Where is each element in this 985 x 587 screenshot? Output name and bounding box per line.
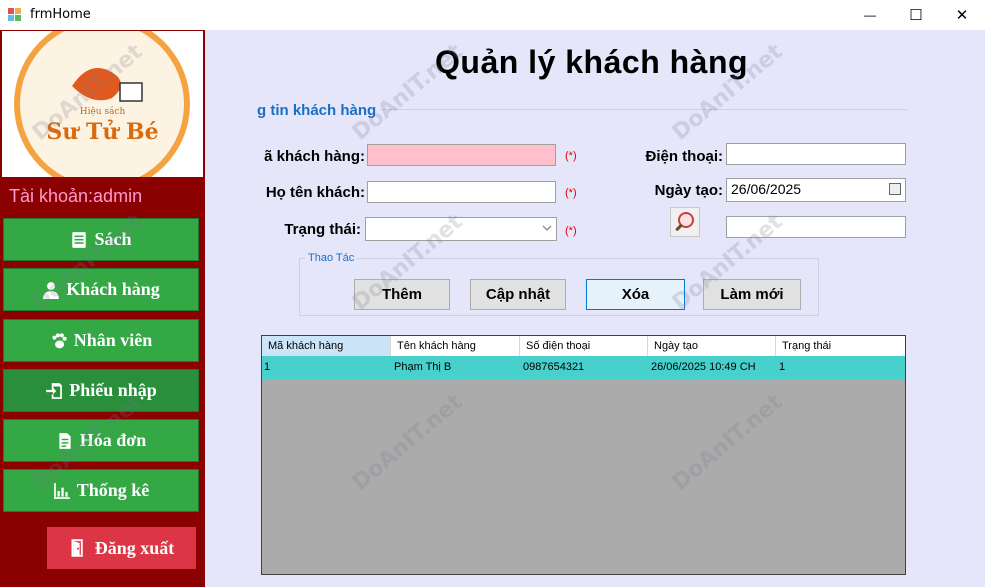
app-window: frmHome — ☐ ✕ Hiệu sách Sư Tử Bé Tài kho… [0, 0, 985, 587]
grid-header: Mã khách hàng Tên khách hàng Số điện tho… [262, 336, 905, 356]
add-button[interactable]: Thêm [354, 279, 450, 310]
door-exit-icon [71, 539, 83, 557]
section-label: g tin khách hàng [257, 102, 381, 119]
created-date-value: 26/06/2025 [731, 181, 802, 197]
customer-id-input[interactable] [367, 144, 556, 166]
sidebar: Hiệu sách Sư Tử Bé Tài khoản:admin Sách … [0, 16, 205, 587]
maximize-button[interactable]: ☐ [893, 0, 939, 30]
logo-brand-top: Hiệu sách [79, 107, 126, 117]
search-icon [675, 212, 694, 231]
refresh-button[interactable]: Làm mới [703, 279, 801, 310]
delete-button[interactable]: Xóa [586, 279, 685, 310]
required-mark: (*) [565, 225, 577, 237]
logout-button[interactable]: Đăng xuất [47, 527, 196, 569]
required-mark: (*) [565, 187, 577, 199]
minimize-button[interactable]: — [847, 0, 893, 30]
column-header[interactable]: Tên khách hàng [391, 336, 520, 356]
phone-input[interactable] [726, 143, 906, 165]
search-button[interactable] [670, 207, 700, 237]
phone-label: Điện thoại: [645, 148, 724, 165]
column-header[interactable]: Số điện thoại [520, 336, 648, 356]
sidebar-item-label: Phiếu nhập [69, 380, 157, 400]
minimize-icon: — [864, 8, 876, 22]
sidebar-item-label: Nhân viên [73, 330, 153, 350]
actions-group-legend: Thao Tác [305, 252, 358, 264]
customer-grid[interactable]: Mã khách hàng Tên khách hàng Số điện tho… [261, 335, 906, 575]
table-row[interactable]: 1 Phạm Thị B 0987654321 26/06/2025 10:49… [262, 356, 905, 379]
created-date-label: Ngày tạo: [654, 182, 723, 199]
created-date-picker[interactable]: 26/06/2025 [726, 178, 906, 202]
app-icon [8, 8, 22, 22]
logout-label: Đăng xuất [94, 537, 175, 558]
table-cell[interactable]: Phạm Thị B [392, 356, 521, 379]
sidebar-item-label: Khách hàng [66, 279, 160, 299]
sidebar-item-employees[interactable]: Nhân viên [3, 319, 199, 362]
table-cell[interactable]: 1 [777, 356, 905, 379]
sidebar-item-customers[interactable]: Khách hàng [3, 268, 199, 311]
column-header[interactable]: Trạng thái [776, 336, 905, 356]
sidebar-item-invoices[interactable]: Hóa đơn [3, 419, 199, 462]
full-name-label: Họ tên khách: [265, 184, 365, 201]
chevron-down-icon [542, 225, 552, 231]
sidebar-item-books[interactable]: Sách [3, 218, 199, 261]
column-header[interactable]: Mã khách hàng [262, 336, 391, 356]
logo-brand-name: Sư Tử Bé [46, 119, 159, 145]
title-bar: frmHome — ☐ ✕ [0, 0, 985, 30]
table-cell[interactable]: 26/06/2025 10:49 CH [649, 356, 777, 379]
paw-icon [52, 332, 67, 348]
sidebar-item-label: Hóa đơn [79, 430, 147, 450]
close-icon: ✕ [955, 7, 969, 24]
account-label: Tài khoản:admin [9, 186, 143, 206]
required-mark: (*) [565, 150, 577, 162]
window-title: frmHome [30, 7, 91, 22]
user-icon [43, 281, 60, 299]
sidebar-item-label: Sách [94, 229, 132, 249]
search-input[interactable] [726, 216, 906, 238]
table-cell[interactable]: 0987654321 [521, 356, 649, 379]
update-button[interactable]: Cập nhật [470, 279, 566, 310]
column-header[interactable]: Ngày tạo [648, 336, 776, 356]
invoice-icon [59, 432, 71, 449]
sidebar-item-statistics[interactable]: Thống kê [3, 469, 199, 512]
logo-panel: Hiệu sách Sư Tử Bé [2, 16, 203, 192]
full-name-input[interactable] [367, 181, 556, 203]
close-button[interactable]: ✕ [939, 0, 985, 30]
main-panel: Quản lý khách hàng g tin khách hàng ã kh… [205, 30, 985, 587]
chart-icon [53, 482, 70, 499]
book-icon [72, 231, 87, 248]
status-label: Trạng thái: [284, 221, 361, 238]
sidebar-item-imports[interactable]: Phiếu nhập [3, 369, 199, 412]
customer-id-label: ã khách hàng: [264, 148, 365, 165]
logo-icon [14, 16, 190, 192]
page-title: Quản lý khách hàng [435, 44, 749, 80]
status-select[interactable] [365, 217, 557, 241]
sidebar-item-label: Thống kê [76, 480, 150, 500]
calendar-icon[interactable] [889, 183, 901, 195]
table-cell[interactable]: 1 [262, 356, 392, 379]
import-icon [46, 382, 63, 399]
maximize-icon: ☐ [909, 7, 923, 24]
